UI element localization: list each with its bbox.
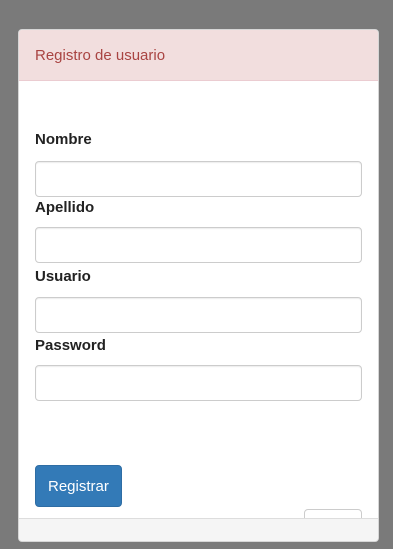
apellido-input[interactable] [35, 227, 362, 263]
panel-title: Registro de usuario [35, 46, 166, 64]
panel-footer [19, 518, 378, 541]
password-label: Password [35, 337, 106, 354]
apellido-label: Apellido [35, 199, 95, 216]
registrar-button[interactable]: Registrar [35, 465, 122, 507]
panel-heading: Registro de usuario [19, 30, 378, 81]
password-input[interactable] [35, 365, 362, 401]
usuario-label: Usuario [35, 268, 91, 285]
usuario-input[interactable] [35, 297, 362, 333]
registration-panel: Registro de usuario Nombre Apellido Usua… [18, 29, 379, 542]
nombre-input[interactable] [35, 161, 362, 197]
nombre-label: Nombre [35, 131, 92, 148]
